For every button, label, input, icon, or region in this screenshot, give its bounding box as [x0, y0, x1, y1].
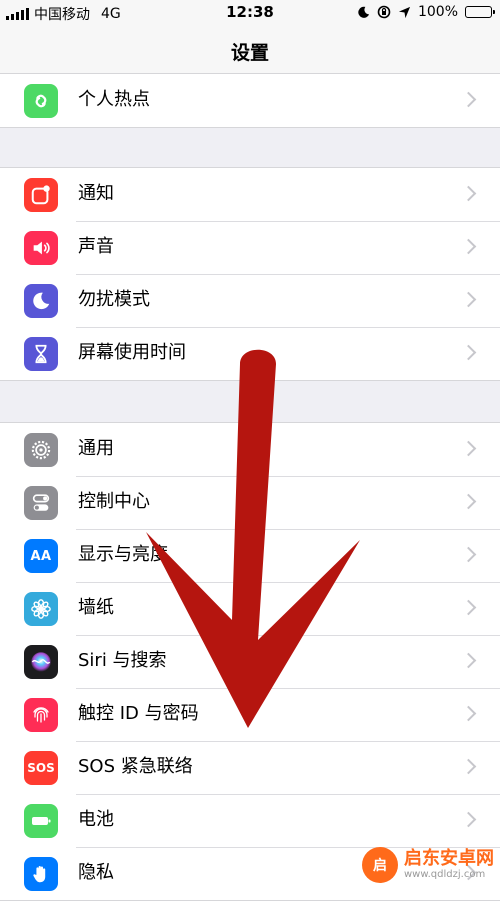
settings-row-wallpaper[interactable]: 墙纸	[0, 582, 500, 635]
settings-group-notifications: 通知 声音 勿扰模式 屏幕使用时间	[0, 167, 500, 381]
settings-row-battery[interactable]: 电池	[0, 794, 500, 847]
settings-row-control-center[interactable]: 控制中心	[0, 476, 500, 529]
settings-row-label: 个人热点	[78, 89, 150, 110]
settings-group-connectivity: 个人热点	[0, 73, 500, 128]
hotspot-icon	[24, 84, 58, 118]
watermark-url: www.qdldzj.com	[404, 869, 486, 880]
chevron-right-icon	[460, 185, 477, 202]
moon-status-icon	[358, 6, 370, 18]
settings-row-label: 显示与亮度	[78, 544, 168, 565]
settings-row-screen-time[interactable]: 屏幕使用时间	[0, 327, 500, 380]
location-icon	[398, 6, 411, 18]
battery-status-icon	[465, 6, 495, 18]
sos-icon: SOS	[24, 751, 58, 785]
settings-row-label: Siri 与搜索	[78, 650, 167, 671]
chevron-right-icon	[460, 493, 477, 510]
chevron-right-icon	[460, 91, 477, 108]
text-size-icon: AA	[24, 539, 58, 573]
settings-row-label: SOS 紧急联络	[78, 756, 193, 777]
hand-icon	[24, 857, 58, 891]
speaker-icon	[24, 231, 58, 265]
settings-row-notifications[interactable]: 通知	[0, 168, 500, 221]
settings-row-label: 屏幕使用时间	[78, 342, 186, 363]
page-title: 设置	[230, 42, 269, 64]
settings-row-label: 勿扰模式	[78, 289, 150, 310]
chevron-right-icon	[460, 291, 477, 308]
settings-row-do-not-disturb[interactable]: 勿扰模式	[0, 274, 500, 327]
orientation-lock-icon	[377, 5, 391, 19]
settings-row-label: 触控 ID 与密码	[78, 703, 199, 724]
hourglass-icon	[24, 337, 58, 371]
chevron-right-icon	[460, 811, 477, 828]
siri-icon	[24, 645, 58, 679]
fingerprint-icon	[24, 698, 58, 732]
chevron-right-icon	[460, 238, 477, 255]
watermark-logo-icon: 启	[362, 847, 398, 883]
chevron-right-icon	[460, 440, 477, 457]
settings-row-emergency-sos[interactable]: SOS SOS 紧急联络	[0, 741, 500, 794]
settings-row-sounds[interactable]: 声音	[0, 221, 500, 274]
chevron-right-icon	[460, 599, 477, 616]
settings-row-general[interactable]: 通用	[0, 423, 500, 476]
settings-row-label: 通知	[78, 183, 114, 204]
battery-percent: 100%	[417, 4, 458, 20]
moon-icon	[24, 284, 58, 318]
settings-group-general: 通用 控制中心 AA 显示与亮度 墙纸 Siri 与搜索 触控 ID 与密码 S…	[0, 422, 500, 901]
navigation-bar: 设置	[0, 26, 500, 77]
chevron-right-icon	[460, 758, 477, 775]
chevron-right-icon	[460, 344, 477, 361]
battery-icon	[24, 804, 58, 838]
settings-row-label: 通用	[78, 438, 114, 459]
toggles-icon	[24, 486, 58, 520]
settings-row-siri-search[interactable]: Siri 与搜索	[0, 635, 500, 688]
settings-row-display-brightness[interactable]: AA 显示与亮度	[0, 529, 500, 582]
chevron-right-icon	[460, 652, 477, 669]
settings-row-label: 电池	[78, 809, 114, 830]
settings-row-label: 墙纸	[78, 597, 114, 618]
gear-icon	[24, 433, 58, 467]
chevron-right-icon	[460, 705, 477, 722]
settings-row-label: 隐私	[78, 862, 114, 883]
settings-row-touch-id-passcode[interactable]: 触控 ID 与密码	[0, 688, 500, 741]
chevron-right-icon	[460, 546, 477, 563]
settings-row-label: 控制中心	[78, 491, 150, 512]
flower-icon	[24, 592, 58, 626]
watermark-title: 启东安卓网	[404, 848, 494, 869]
watermark: 启 启东安卓网 www.qdldzj.com	[362, 847, 494, 883]
status-bar: 中国移动 4G 12:38 100%	[0, 0, 500, 26]
notifications-icon	[24, 178, 58, 212]
settings-row-personal-hotspot[interactable]: 个人热点	[0, 74, 500, 127]
settings-row-label: 声音	[78, 236, 114, 257]
